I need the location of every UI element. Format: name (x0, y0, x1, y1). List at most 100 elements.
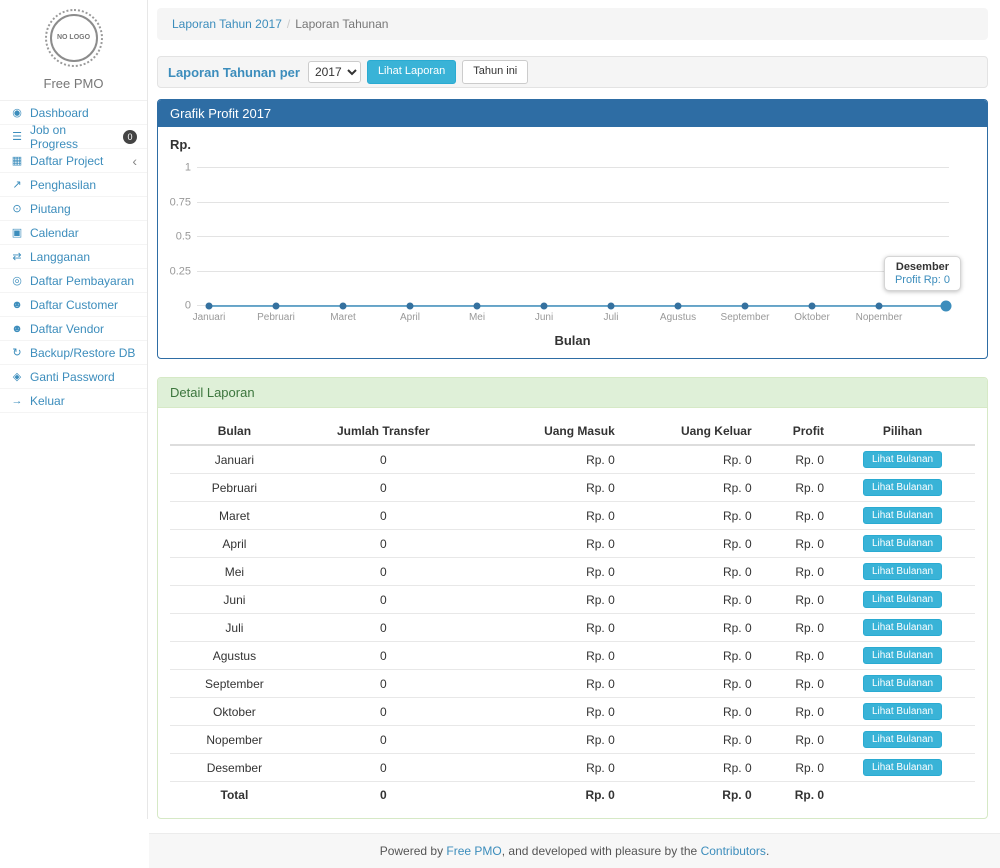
cell-profit: Rp. 0 (758, 614, 830, 642)
total-empty-cell (830, 782, 975, 809)
cell-bulan: Oktober (170, 698, 299, 726)
chart-point-nopember[interactable] (876, 303, 883, 310)
app-logo: NO LOGO (0, 0, 147, 71)
chart-point-januari[interactable] (206, 303, 213, 310)
lihat-bulanan-button-agustus[interactable]: Lihat Bulanan (863, 647, 942, 664)
table-row-desember: Desember0Rp. 0Rp. 0Rp. 0Lihat Bulanan (170, 754, 975, 782)
cell-pilihan: Lihat Bulanan (830, 642, 975, 670)
chart-point-september[interactable] (742, 303, 749, 310)
users-icon: ☻ (10, 299, 24, 311)
lihat-laporan-button[interactable]: Lihat Laporan (367, 60, 456, 83)
chart-point-oktober[interactable] (809, 303, 816, 310)
cell-pilihan: Lihat Bulanan (830, 754, 975, 782)
detail-laporan-panel: Detail Laporan Bulan Jumlah Transfer Uan… (157, 377, 988, 819)
count-badge: 0 (123, 130, 137, 144)
sidebar-item-piutang[interactable]: ⊙Piutang (0, 197, 147, 221)
lihat-bulanan-button-maret[interactable]: Lihat Bulanan (863, 507, 942, 524)
sidebar-item-label: Calendar (30, 226, 79, 240)
lihat-bulanan-button-desember[interactable]: Lihat Bulanan (863, 759, 942, 776)
cell-uang-keluar: Rp. 0 (621, 445, 758, 474)
main-content: Laporan Tahun 2017/Laporan Tahunan Lapor… (149, 0, 1000, 868)
total-uang-masuk: Rp. 0 (468, 782, 621, 809)
sidebar-item-backup-restore-db[interactable]: ↻Backup/Restore DB (0, 341, 147, 365)
chart-xtick-label: Agustus (660, 312, 696, 323)
col-header-jumlah-transfer: Jumlah Transfer (299, 418, 468, 445)
cell-bulan: Mei (170, 558, 299, 586)
sidebar-item-daftar-customer[interactable]: ☻Daftar Customer (0, 293, 147, 317)
sidebar-item-dashboard[interactable]: ◉ Dashboard (0, 101, 147, 125)
dashboard-icon: ◉ (10, 106, 24, 119)
sidebar-item-langganan[interactable]: ⇄Langganan (0, 245, 147, 269)
sidebar-item-penghasilan[interactable]: ↗Penghasilan (0, 173, 147, 197)
breadcrumb-link-laporan-tahun[interactable]: Laporan Tahun 2017 (172, 17, 282, 31)
footer-link-contributors[interactable]: Contributors (701, 844, 766, 858)
lihat-bulanan-button-oktober[interactable]: Lihat Bulanan (863, 703, 942, 720)
cell-jumlah-transfer: 0 (299, 726, 468, 754)
refresh-icon: ↻ (10, 346, 24, 359)
lihat-bulanan-button-september[interactable]: Lihat Bulanan (863, 675, 942, 692)
chart-point-juli[interactable] (608, 303, 615, 310)
chart-xtick-label: Pebruari (257, 312, 295, 323)
sidebar-item-label: Daftar Pembayaran (30, 274, 134, 288)
chart-point-april[interactable] (407, 303, 414, 310)
chart-xtick-label: Mei (469, 312, 485, 323)
cell-bulan: Agustus (170, 642, 299, 670)
cell-jumlah-transfer: 0 (299, 754, 468, 782)
cell-pilihan: Lihat Bulanan (830, 474, 975, 502)
cell-bulan: September (170, 670, 299, 698)
footer-link-free-pmo[interactable]: Free PMO (446, 844, 501, 858)
lihat-bulanan-button-juli[interactable]: Lihat Bulanan (863, 619, 942, 636)
table-row-oktober: Oktober0Rp. 0Rp. 0Rp. 0Lihat Bulanan (170, 698, 975, 726)
table-row-september: September0Rp. 0Rp. 0Rp. 0Lihat Bulanan (170, 670, 975, 698)
chart-point-mei[interactable] (474, 303, 481, 310)
cell-profit: Rp. 0 (758, 642, 830, 670)
cell-uang-masuk: Rp. 0 (468, 586, 621, 614)
lihat-bulanan-button-pebruari[interactable]: Lihat Bulanan (863, 479, 942, 496)
lihat-bulanan-button-januari[interactable]: Lihat Bulanan (863, 451, 942, 468)
sidebar-item-ganti-password[interactable]: ◈Ganti Password (0, 365, 147, 389)
sidebar-item-daftar-project[interactable]: ▦Daftar Project‹ (0, 149, 147, 173)
sidebar-item-daftar-pembayaran[interactable]: ◎Daftar Pembayaran (0, 269, 147, 293)
report-table-body: Januari0Rp. 0Rp. 0Rp. 0Lihat BulananPebr… (170, 445, 975, 782)
table-row-januari: Januari0Rp. 0Rp. 0Rp. 0Lihat Bulanan (170, 445, 975, 474)
cell-pilihan: Lihat Bulanan (830, 586, 975, 614)
lihat-bulanan-button-mei[interactable]: Lihat Bulanan (863, 563, 942, 580)
sidebar-item-job-on-progress[interactable]: ☰Job on Progress0 (0, 125, 147, 149)
sidebar-item-calendar[interactable]: ▣Calendar (0, 221, 147, 245)
chart-line (209, 168, 946, 306)
cell-uang-masuk: Rp. 0 (468, 474, 621, 502)
tahun-ini-button[interactable]: Tahun ini (462, 60, 528, 83)
col-header-uang-masuk: Uang Masuk (468, 418, 621, 445)
cell-uang-masuk: Rp. 0 (468, 502, 621, 530)
total-label: Total (170, 782, 299, 809)
sidebar-item-label: Dashboard (30, 106, 89, 120)
cell-pilihan: Lihat Bulanan (830, 698, 975, 726)
total-uang-keluar: Rp. 0 (621, 782, 758, 809)
year-select[interactable]: 2017 (308, 61, 361, 83)
cell-uang-masuk: Rp. 0 (468, 698, 621, 726)
col-header-uang-keluar: Uang Keluar (621, 418, 758, 445)
cell-bulan: Maret (170, 502, 299, 530)
chart-point-maret[interactable] (340, 303, 347, 310)
cell-bulan: Juli (170, 614, 299, 642)
table-row-maret: Maret0Rp. 0Rp. 0Rp. 0Lihat Bulanan (170, 502, 975, 530)
sidebar-item-label: Daftar Vendor (30, 322, 104, 336)
cell-uang-masuk: Rp. 0 (468, 558, 621, 586)
chart-point-desember[interactable] (941, 301, 952, 312)
lihat-bulanan-button-april[interactable]: Lihat Bulanan (863, 535, 942, 552)
chart-point-agustus[interactable] (675, 303, 682, 310)
chart-xtick-label: Nopember (856, 312, 903, 323)
cell-jumlah-transfer: 0 (299, 698, 468, 726)
lihat-bulanan-button-juni[interactable]: Lihat Bulanan (863, 591, 942, 608)
chart-point-juni[interactable] (541, 303, 548, 310)
col-header-pilihan: Pilihan (830, 418, 975, 445)
detail-panel-title: Detail Laporan (158, 378, 987, 408)
sidebar-item-daftar-vendor[interactable]: ☻Daftar Vendor (0, 317, 147, 341)
cell-jumlah-transfer: 0 (299, 586, 468, 614)
sidebar-item-keluar[interactable]: →Keluar (0, 389, 147, 413)
chart-point-pebruari[interactable] (273, 303, 280, 310)
lihat-bulanan-button-nopember[interactable]: Lihat Bulanan (863, 731, 942, 748)
brand-name: Free PMO (0, 71, 147, 100)
sidebar-item-label: Keluar (30, 394, 65, 408)
cell-uang-masuk: Rp. 0 (468, 642, 621, 670)
